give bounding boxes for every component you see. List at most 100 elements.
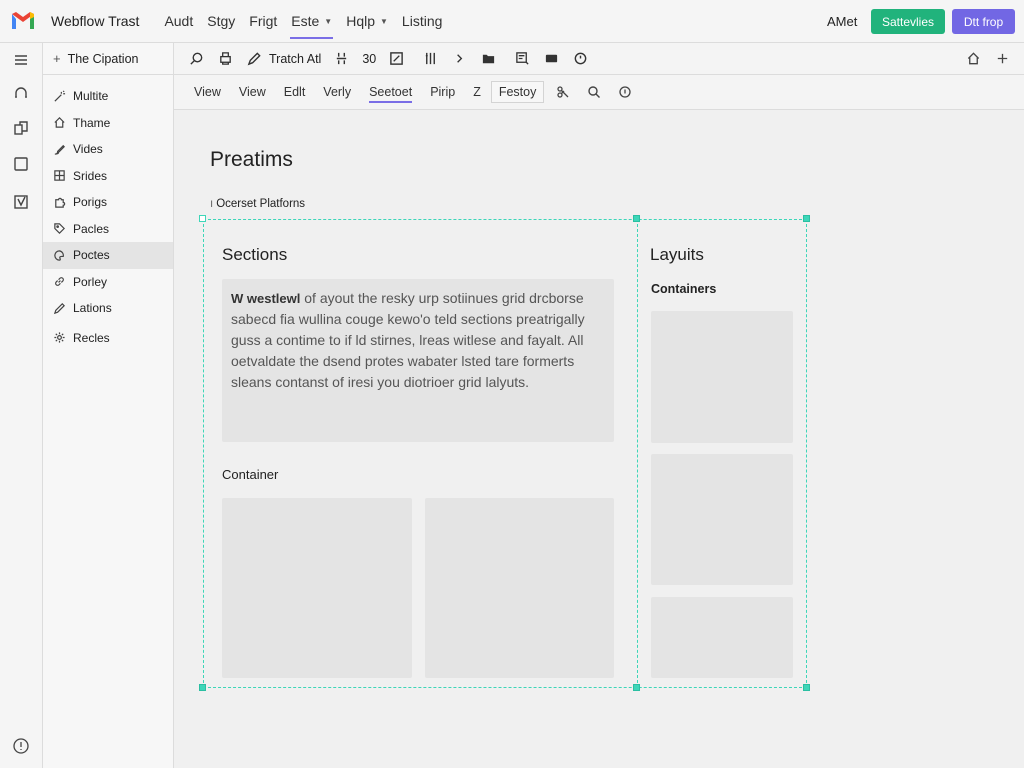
info-circle-icon[interactable] [618,85,632,99]
sections-heading: Sections [222,245,288,264]
main-toolbar: Tratch Atl 30 [174,43,1024,75]
square-icon[interactable] [11,154,31,174]
panel-list: Multite Thame Vides Srides Porigs Pacles… [43,83,173,351]
tag-icon [54,223,65,235]
menu-frigt[interactable]: Frigt [242,0,284,43]
tab-verly[interactable]: Verly [323,85,351,99]
gear-icon [54,332,65,343]
resize-handle-bottom-left[interactable] [199,684,206,691]
puzzle-icon [55,197,66,208]
chevron-down-icon: ▼ [380,16,388,26]
panel-header[interactable]: + The Cipation [43,43,173,75]
panel-item-label: Vides [73,142,103,157]
menu-label: Stgy [207,13,236,29]
side-panel: + The Cipation Multite Thame Vides Sride… [43,43,174,768]
menu-label: Audt [164,13,194,29]
panel-item-label: Recles [73,330,110,345]
resize-handle-top-middle[interactable] [633,215,640,222]
layouts-heading: Layuits [650,245,704,264]
purple-action-button[interactable]: Dtt frop [952,9,1015,34]
panel-item-porley[interactable]: Porley [43,269,173,296]
menu-label: Listing [401,13,443,29]
edit-box-icon[interactable] [11,192,31,212]
info-icon[interactable] [11,736,31,756]
layout-placeholder-2[interactable] [651,454,793,585]
menu-este[interactable]: Este ▼ [284,0,339,43]
tab-z[interactable]: Z [473,85,481,99]
resize-handle-top-left[interactable] [199,215,206,222]
menu-label: Hqlp [346,13,375,29]
tab-festoy[interactable]: Festoy [490,81,545,103]
menu-audt[interactable]: Audt [157,0,200,43]
container-placeholder-right[interactable] [425,498,614,678]
pencil-icon[interactable] [247,51,262,66]
home-icon [54,117,65,128]
text-block[interactable]: W westlewl of ayout the resky urp sotiin… [222,279,614,442]
breadcrumb[interactable]: ı Ocerset Platforns [210,198,305,210]
panel-item-label: Multite [73,89,109,104]
panel-item-thame[interactable]: Thame [43,110,173,137]
panel-item-label: Porigs [73,195,108,210]
container-placeholder-left[interactable] [222,498,412,678]
columns-icon[interactable] [423,51,438,66]
gmail-logo-icon[interactable] [11,11,35,31]
scissors-icon[interactable] [556,85,570,99]
tab-view-2[interactable]: View [239,85,266,99]
panel-item-srides[interactable]: Srides [43,163,173,190]
grid-icon [54,170,65,181]
layout-placeholder-3[interactable] [651,597,793,678]
panel-item-recles[interactable]: Recles [43,325,173,352]
add-icon[interactable] [995,51,1010,66]
toolbar-text-30[interactable]: 30 [362,52,376,66]
toolbar-text-tratch[interactable]: Tratch Atl [269,52,321,66]
app-title: Webflow Trast [51,13,140,29]
hamburger-menu-icon[interactable] [11,50,31,70]
menu-hqlp[interactable]: Hqlp ▼ [339,0,395,43]
brush-icon [54,144,65,155]
comment-icon[interactable] [544,51,559,66]
move-icon[interactable] [334,51,349,66]
check-box-icon[interactable] [389,51,404,66]
menu-label: Frigt [249,13,278,29]
resize-handle-bottom-right[interactable] [803,684,810,691]
page-title: Preatims [210,148,293,171]
panel-item-label: Poctes [73,248,110,263]
print-icon[interactable] [218,51,233,66]
menu-label: Este [291,13,320,29]
breadcrumb-marker-icon: ı [210,198,214,210]
panel-item-pacles[interactable]: Pacles [43,216,173,243]
layout-placeholder-1[interactable] [651,311,793,443]
panel-item-vides[interactable]: Vides [43,136,173,163]
panel-item-porigs[interactable]: Porigs [43,189,173,216]
chevron-right-icon[interactable] [452,51,467,66]
tab-edlt[interactable]: Edlt [284,85,306,99]
search-icon[interactable] [189,51,204,66]
tab-view[interactable]: View [194,85,221,99]
magic-icon [54,90,66,102]
menu-stgy[interactable]: Stgy [200,0,242,43]
secondary-toolbar: View View Edlt Verly Seetoet Pirip Z Fes… [174,75,1024,110]
icon-rail [0,43,43,768]
panel-item-lations[interactable]: Lations [43,295,173,322]
tab-seetoet[interactable]: Seetoet [369,85,413,103]
crop-icon[interactable] [515,51,530,66]
zoom-icon[interactable] [587,85,601,99]
user-name[interactable]: AMet [827,14,857,29]
folder-icon[interactable] [481,51,496,66]
design-canvas[interactable]: Preatims ı Ocerset Platforns Sections W w… [174,110,1024,768]
panel-item-multite[interactable]: Multite [43,83,173,110]
panel-item-label: Thame [73,115,111,130]
tab-pirip[interactable]: Pirip [430,85,455,99]
plus-icon[interactable]: + [53,51,61,66]
home-icon[interactable] [966,51,981,66]
headset-icon[interactable] [11,84,31,104]
resize-handle-top-right[interactable] [803,215,810,222]
menu-listing[interactable]: Listing [395,0,449,43]
resize-handle-bottom-middle[interactable] [633,684,640,691]
panel-item-poctes[interactable]: Poctes [43,242,173,269]
top-bar: Webflow Trast Audt Stgy Frigt Este ▼ Hqlp… [0,0,1024,43]
clock-icon[interactable] [573,51,588,66]
pages-icon[interactable] [11,118,31,138]
green-action-button[interactable]: Sattevlies [871,9,945,34]
containers-heading: Containers [651,282,717,296]
